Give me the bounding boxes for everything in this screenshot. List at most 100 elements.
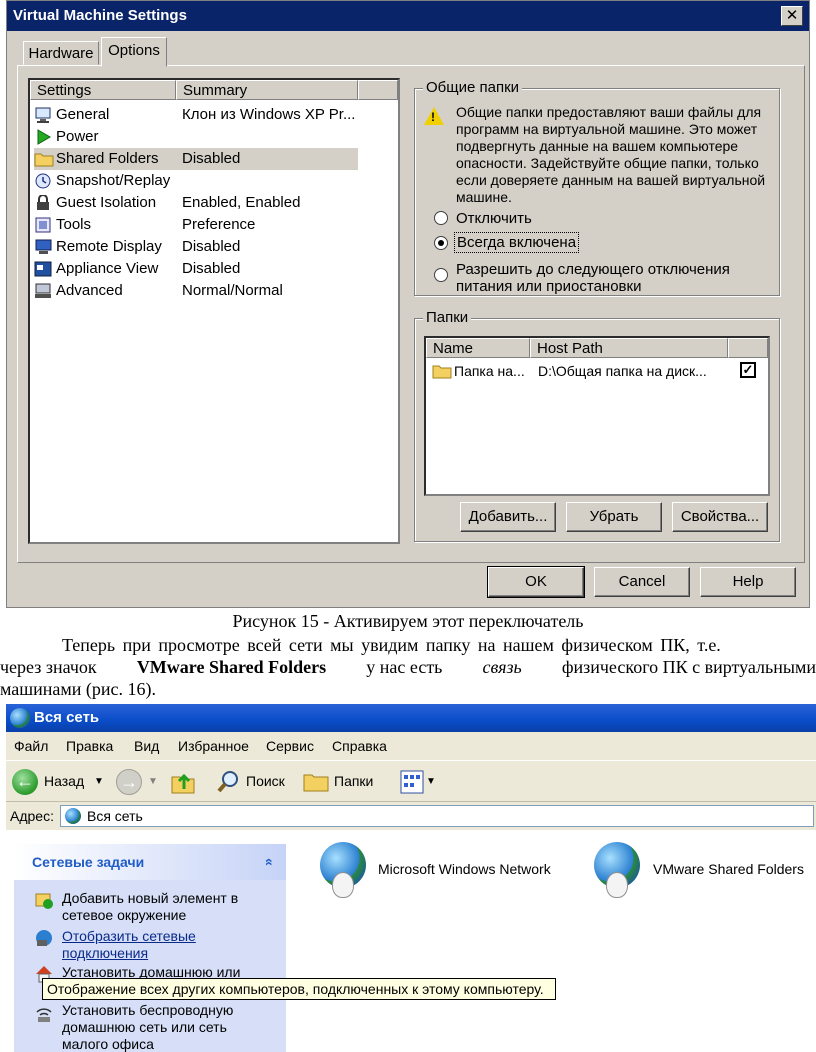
address-label: Адрес: [10,808,54,824]
add-folder-button[interactable]: Добавить... [460,502,556,532]
globe-icon [10,708,30,728]
radio-always-enabled-label[interactable]: Всегда включена [453,232,580,253]
setting-summary: Disabled [182,150,241,167]
task-add-network-place[interactable]: Добавить новый элемент в сетевое окружен… [62,890,272,924]
setting-summary: Disabled [182,260,241,277]
microsoft-windows-network-label[interactable]: Microsoft Windows Network [378,860,551,878]
computer-icon [35,283,51,298]
folders-button-label[interactable]: Папки [334,773,373,789]
search-button-label[interactable]: Поиск [246,773,285,789]
column-header-name[interactable]: Name [426,338,530,358]
setting-summary: Enabled, Enabled [182,194,301,211]
display-icon [35,239,52,254]
italic-text: связь [482,657,522,677]
settings-row-shared-folders[interactable]: Shared Folders Disabled [34,148,358,170]
settings-list[interactable]: Settings Summary General Клон из Windows… [28,78,400,544]
toolbar: ← Назад ▼ → ▼ Поиск Папки ▼ [6,760,816,802]
chevron-down-icon[interactable]: ▼ [94,776,104,787]
setting-name: Tools [56,216,92,233]
setting-summary: Normal/Normal [182,282,283,299]
column-header-enabled[interactable] [728,338,768,358]
folder-enabled-checkbox[interactable]: ✓ [740,362,756,378]
setting-summary: Клон из Windows XP Pr... [182,106,356,123]
menu-edit[interactable]: Правка [66,732,113,760]
tools-icon [35,217,51,233]
group-title: Общие папки [423,79,523,97]
task-setup-wireless-network[interactable]: Установить беспроводную домашнюю сеть ил… [62,1002,272,1052]
folder-up-icon[interactable] [170,769,196,795]
text-fragment: физического ПК с виртуальными [561,657,816,677]
collapse-icon[interactable]: « [252,858,288,866]
setting-name: Power [56,128,99,145]
setting-name: Snapshot/Replay [56,172,171,189]
play-icon [37,129,51,145]
warning-icon: ! [424,107,444,125]
folders-icon[interactable] [302,771,330,793]
address-field[interactable]: Вся сеть [60,805,814,827]
folder-host-path: D:\Общая папка на диск... [538,363,707,379]
setting-name: Guest Isolation [56,194,157,211]
back-arrow-icon[interactable]: ← [12,769,38,795]
radio-always-enabled[interactable] [434,236,448,250]
column-header-filler [358,80,398,100]
mouse-icon [606,872,628,898]
help-button[interactable]: Help [700,567,796,597]
remove-folder-button[interactable]: Убрать [566,502,662,532]
address-bar: Адрес: Вся сеть [6,802,816,830]
views-icon[interactable] [400,770,424,794]
setting-name: Remote Display [56,238,162,255]
appliance-icon [34,261,52,277]
menu-file[interactable]: Файл [14,732,48,760]
folder-name: Папка на... [454,363,525,379]
wireless-network-icon [36,1008,52,1022]
menu-view[interactable]: Вид [134,732,159,760]
folder-row[interactable]: Папка на... D:\Общая папка на диск... [430,361,766,381]
menu-help[interactable]: Справка [332,732,387,760]
close-button[interactable]: ✕ [781,6,803,26]
window-title: Вся сеть [6,704,816,732]
column-header-summary[interactable]: Summary [176,80,358,100]
network-tasks-pane: Сетевые задачи « Добавить новый элемент … [14,844,286,1052]
setting-name: General [56,106,110,123]
setting-name: Advanced [56,282,123,299]
folder-icon [432,365,452,379]
tab-options[interactable]: Options [101,37,167,67]
tab-hardware[interactable]: Hardware [23,41,99,65]
radio-until-poweroff[interactable] [434,268,448,282]
folder-icon [34,153,54,167]
chevron-down-icon[interactable]: ▼ [148,776,158,787]
task-pane-title[interactable]: Сетевые задачи « [14,844,286,880]
group-title: Папки [423,309,472,327]
vmware-shared-folders-label[interactable]: VMware Shared Folders [653,860,804,878]
radio-disable[interactable] [434,211,448,225]
radio-disable-label[interactable]: Отключить [456,210,532,227]
menu-favorites[interactable]: Избранное [178,732,249,760]
chevron-down-icon[interactable]: ▼ [426,776,436,787]
column-header-host-path[interactable]: Host Path [530,338,728,358]
menu-tools[interactable]: Сервис [266,732,314,760]
properties-button[interactable]: Свойства... [672,502,768,532]
menu-bar: Файл Правка Вид Избранное Сервис Справка [6,732,816,760]
ok-button[interactable]: OK [487,566,585,598]
text-fragment: у нас есть [366,657,443,677]
globe-icon [65,808,81,824]
folders-list[interactable]: Name Host Path Папка на... D:\Общая папк… [424,336,770,496]
task-show-network-connections[interactable]: Отобразить сетевые подключения [62,928,242,962]
address-value: Вся сеть [87,808,143,824]
forward-arrow-icon[interactable]: → [116,769,142,795]
search-icon[interactable] [216,769,242,795]
network-connections-icon [36,930,52,946]
figure-caption: Рисунок 15 - Активируем этот переключате… [232,611,584,631]
snapshot-icon [35,173,51,189]
add-network-place-icon [35,893,53,909]
monitor-icon [35,107,51,123]
cancel-button[interactable]: Cancel [594,567,690,597]
lock-icon [37,195,49,210]
window-title-text: Вся сеть [34,709,100,726]
back-button-label[interactable]: Назад [44,773,84,789]
setting-summary: Disabled [182,238,241,255]
paragraph-line-1: Теперь при просмотре всей сети мы увидим… [62,635,721,655]
tooltip: Отображение всех других компьютеров, под… [42,978,556,1000]
radio-until-poweroff-label[interactable]: Разрешить до следующего отключения питан… [456,261,766,295]
column-header-settings[interactable]: Settings [30,80,176,100]
